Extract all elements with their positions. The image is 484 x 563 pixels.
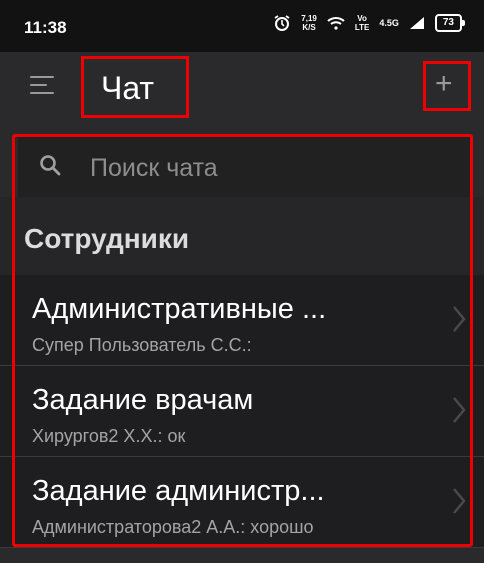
search-bar[interactable] xyxy=(18,135,470,197)
chevron-right-icon xyxy=(453,397,466,423)
chevron-right-icon xyxy=(453,488,466,514)
app-bar: Чат + xyxy=(0,52,484,127)
chat-content: Сотрудники Административные ... Супер По… xyxy=(0,127,484,563)
page-title: Чат xyxy=(101,70,155,106)
chevron-right-icon xyxy=(453,306,466,332)
network-type: 4.5G xyxy=(379,18,399,28)
battery-level: 73 xyxy=(442,17,454,28)
status-bar: 11:38 7,19 K/S Vo LTE 4.5G 73 xyxy=(0,0,484,52)
wifi-icon xyxy=(327,16,345,30)
vo-top: Vo xyxy=(357,14,367,23)
add-chat-button[interactable]: + xyxy=(435,69,453,99)
chat-preview: Администраторова2 А.А.: хорошо xyxy=(32,517,314,537)
chat-title: Задание врачам xyxy=(32,384,254,416)
chat-title: Административные ... xyxy=(32,293,327,325)
search-input[interactable] xyxy=(88,151,452,185)
alarm-icon xyxy=(273,14,291,32)
signal-icon xyxy=(409,16,425,30)
list-item[interactable]: Административные ... Супер Пользователь … xyxy=(0,275,484,366)
volte-indicator: Vo LTE xyxy=(355,14,370,32)
network-speed: 7,19 K/S xyxy=(301,14,317,32)
chat-list: Административные ... Супер Пользователь … xyxy=(0,275,484,548)
status-icons: 7,19 K/S Vo LTE 4.5G 73 xyxy=(273,14,466,32)
list-item[interactable]: Задание администр... Администраторова2 А… xyxy=(0,457,484,548)
list-item[interactable]: Задание врачам Хирургов2 Х.Х.: ок xyxy=(0,366,484,457)
menu-icon[interactable] xyxy=(30,76,54,96)
speed-value: 7,19 xyxy=(301,14,317,23)
section-title: Сотрудники xyxy=(24,223,190,254)
chat-preview: Супер Пользователь С.С.: xyxy=(32,335,252,355)
battery-icon: 73 xyxy=(434,14,466,32)
speed-unit: K/S xyxy=(302,23,316,32)
search-icon xyxy=(40,155,61,176)
status-time: 11:38 xyxy=(24,18,67,37)
vo-bottom: LTE xyxy=(354,23,370,32)
section-header: Сотрудники xyxy=(0,197,484,275)
chat-preview: Хирургов2 Х.Х.: ок xyxy=(32,426,186,446)
chat-title: Задание администр... xyxy=(32,475,325,507)
